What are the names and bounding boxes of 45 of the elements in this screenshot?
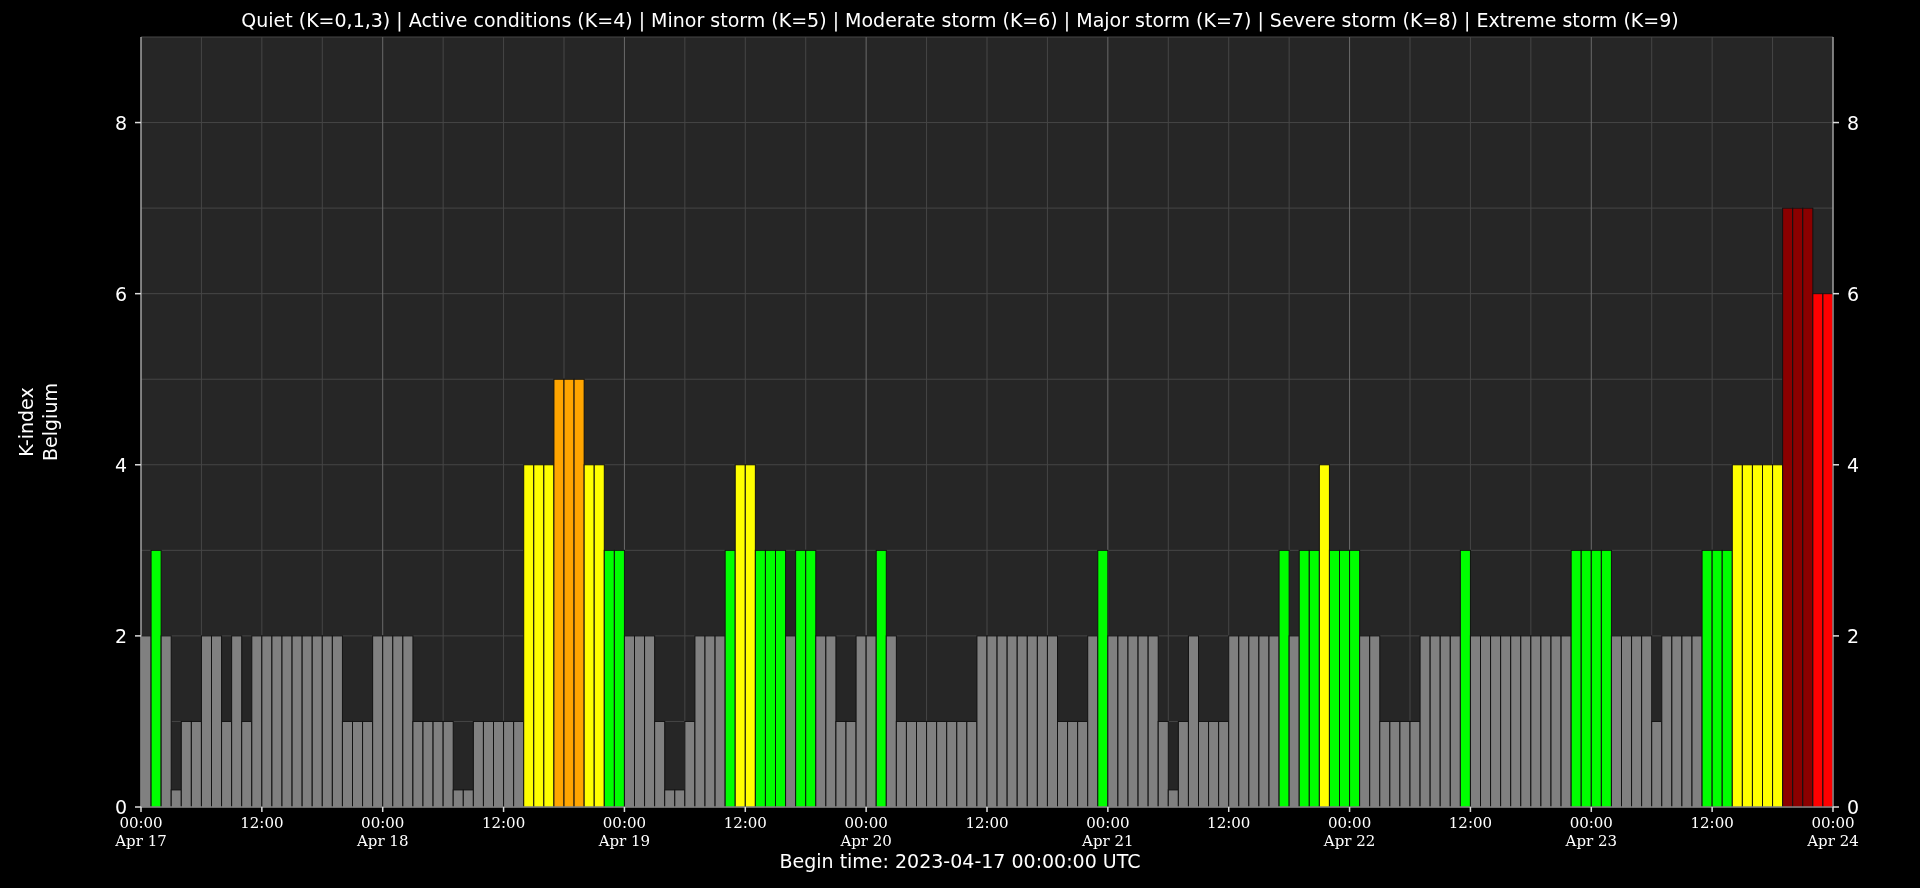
x-tick-label: 12:00 [1690, 814, 1734, 832]
x-tick-label: 12:00 [481, 814, 526, 832]
x-tick-label: 12:00 [1207, 814, 1251, 832]
y-tick-label: 8 [114, 111, 127, 134]
tick-mark [1832, 464, 1840, 466]
y-tick-label: 2 [1847, 624, 1860, 647]
x-tick-label: 00:00 Apr 22 [1323, 814, 1376, 850]
x-tick-label: 12:00 [965, 814, 1009, 832]
x-tick-label: 00:00 Apr 20 [840, 814, 892, 850]
tick-mark [1832, 635, 1840, 637]
tick-mark [1107, 806, 1109, 813]
tick-mark [1711, 806, 1713, 813]
chart-title: Quiet (K=0,1,3) | Active conditions (K=4) | Minor storm (K=5) | Moderate storm (K=6) | Major storm (K=7) | Severe storm (K=8) | Extreme storm (K=9) [241, 9, 1679, 31]
tick-mark [1832, 292, 1840, 295]
tick-mark [986, 806, 988, 813]
tick-mark [134, 464, 142, 466]
tick-mark [261, 806, 263, 813]
tick-mark [1832, 121, 1840, 124]
tick-mark [1590, 806, 1593, 813]
tick-mark [134, 635, 142, 637]
x-tick-label: 00:00 Apr 19 [598, 814, 651, 850]
x-tick-label: 00:00 Apr 21 [1082, 814, 1134, 850]
tick-mark [134, 292, 142, 295]
y-tick-label: 8 [1847, 111, 1860, 134]
tick-mark [1348, 806, 1351, 813]
y-tick-label: 6 [114, 282, 127, 305]
tick-mark [623, 806, 626, 813]
x-tick-label: 12:00 [240, 814, 284, 832]
y-tick-label: 4 [1847, 453, 1860, 476]
x-axis-label: Begin time: 2023-04-17 00:00:00 UTC [779, 850, 1141, 872]
tick-mark [1469, 806, 1472, 813]
y-tick-label: 6 [1847, 282, 1860, 305]
tick-mark [744, 806, 747, 813]
y-tick-label: 4 [114, 453, 127, 476]
y-axis-label: K-index Belgium [15, 383, 61, 461]
y-tick-label: 2 [114, 624, 127, 647]
x-tick-label: 12:00 [723, 814, 767, 832]
tick-mark [865, 806, 867, 813]
tick-mark [1227, 806, 1230, 813]
tick-mark [381, 806, 384, 813]
x-tick-label: 00:00 Apr 23 [1565, 814, 1617, 850]
tick-mark [134, 121, 142, 124]
tick-mark [502, 806, 505, 813]
x-tick-label: 00:00 Apr 18 [357, 814, 409, 850]
x-tick-label: 12:00 [1448, 814, 1493, 832]
